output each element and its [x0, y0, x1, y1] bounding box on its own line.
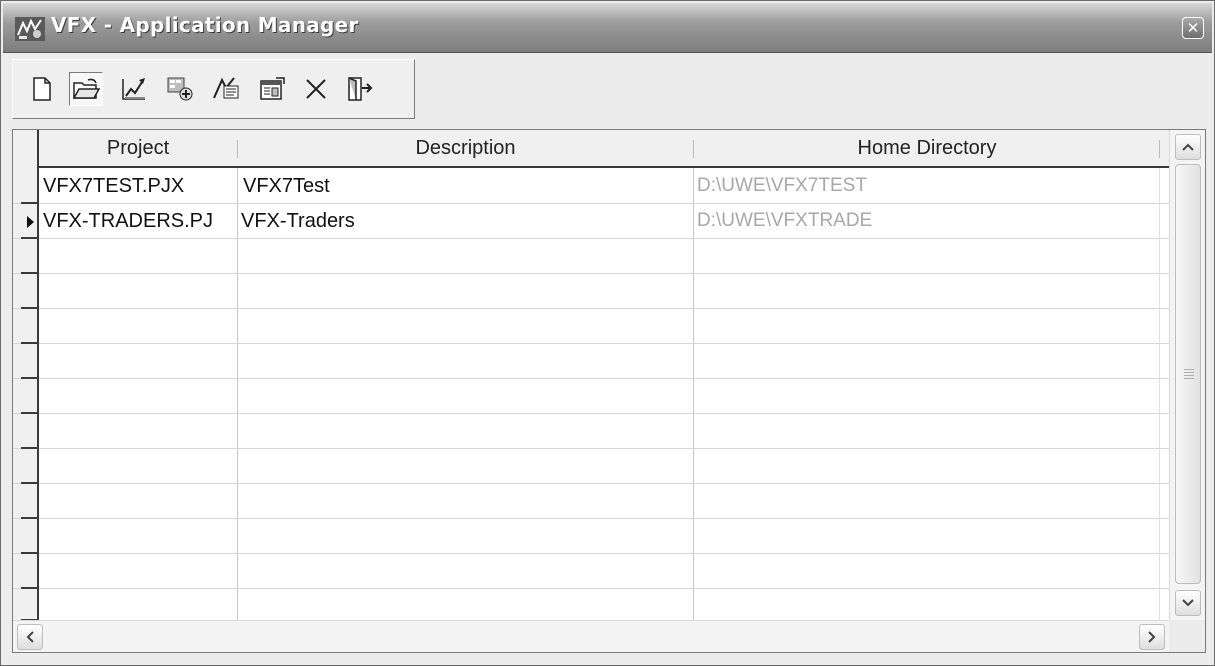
cell-description[interactable]: VFX-Traders	[241, 204, 687, 238]
cell-project[interactable]: VFX-TRADERS.PJ	[43, 204, 237, 238]
cell-project[interactable]: VFX7TEST.PJX	[43, 169, 235, 203]
new-button[interactable]	[25, 72, 59, 106]
scroll-up-button[interactable]	[1175, 134, 1201, 160]
projects-grid[interactable]: Project Description Home Directory VFX7T…	[12, 129, 1206, 653]
chevron-down-icon	[1182, 599, 1194, 607]
delete-button[interactable]	[299, 72, 333, 106]
delete-icon	[306, 79, 326, 99]
column-header-home-directory[interactable]: Home Directory	[694, 130, 1160, 166]
table-row[interactable]: VFX7TEST.PJX VFX7Test D:\UWE\VFX7TEST	[13, 169, 1169, 204]
new-icon	[33, 77, 51, 101]
cell-home-directory[interactable]: D:\UWE\VFXTRADE	[697, 204, 1157, 238]
chevron-right-icon	[1148, 631, 1156, 643]
scroll-down-button[interactable]	[1175, 590, 1201, 616]
empty-row[interactable]	[13, 519, 1169, 554]
scrollbar-corner	[1169, 620, 1205, 652]
empty-row[interactable]	[13, 274, 1169, 309]
application-manager-window: VFX - Application Manager ✕ Project Desc…	[0, 0, 1215, 666]
exit-door-icon	[348, 77, 373, 101]
scroll-right-button[interactable]	[1139, 624, 1165, 650]
open-folder-icon	[72, 78, 100, 99]
empty-row[interactable]	[13, 344, 1169, 379]
current-row-pointer-icon	[27, 216, 34, 228]
cell-home-directory[interactable]: D:\UWE\VFX7TEST	[697, 169, 1157, 203]
vertical-scrollbar[interactable]	[1169, 130, 1205, 620]
empty-row[interactable]	[13, 554, 1169, 589]
app-icon	[15, 17, 45, 41]
empty-row[interactable]	[13, 379, 1169, 414]
add-module-icon	[167, 77, 193, 101]
close-icon[interactable]: ✕	[1182, 17, 1204, 39]
column-header-description[interactable]: Description	[238, 130, 693, 166]
properties-button[interactable]	[255, 72, 289, 106]
chevron-left-icon	[26, 631, 34, 643]
table-row[interactable]: VFX-TRADERS.PJ VFX-Traders D:\UWE\VFXTRA…	[13, 204, 1169, 239]
empty-row[interactable]	[13, 449, 1169, 484]
chevron-up-icon	[1182, 143, 1194, 151]
exit-button[interactable]	[343, 72, 377, 106]
column-header-project[interactable]: Project	[39, 130, 237, 166]
open-button[interactable]	[69, 72, 103, 106]
window-title: VFX - Application Manager	[51, 13, 359, 37]
scroll-thumb[interactable]	[1175, 164, 1201, 584]
grid-header: Project Description Home Directory	[13, 130, 1169, 168]
empty-row[interactable]	[13, 484, 1169, 519]
cell-description[interactable]: VFX7Test	[243, 169, 689, 203]
column-separator[interactable]	[1159, 140, 1160, 158]
edit-chart-icon	[122, 78, 145, 100]
edit-text-button[interactable]	[209, 72, 243, 106]
edit-text-icon	[213, 77, 239, 99]
toolbar	[12, 59, 415, 119]
empty-row[interactable]	[13, 309, 1169, 344]
horizontal-scrollbar[interactable]	[13, 620, 1169, 652]
add-module-button[interactable]	[163, 72, 197, 106]
empty-row[interactable]	[13, 414, 1169, 449]
edit-button[interactable]	[117, 72, 151, 106]
empty-row[interactable]	[13, 589, 1169, 621]
scroll-left-button[interactable]	[17, 624, 43, 650]
empty-row[interactable]	[13, 239, 1169, 274]
properties-icon	[260, 77, 285, 100]
title-bar[interactable]: VFX - Application Manager ✕	[3, 3, 1212, 53]
